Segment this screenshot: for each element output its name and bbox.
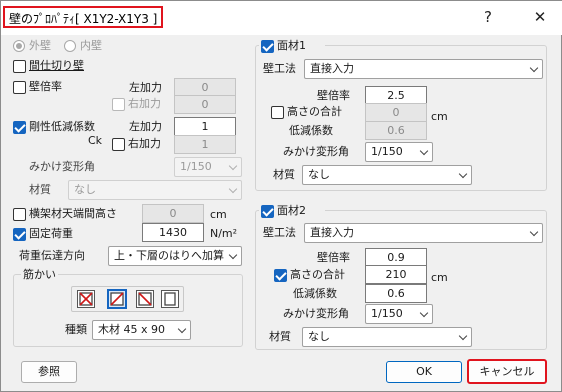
rigidity-left-label: 左加力 (129, 120, 162, 133)
facing1-angle-value: 1/150 (371, 145, 403, 158)
chevron-down-icon (419, 308, 429, 318)
chevron-down-icon (228, 184, 238, 194)
facing1-method-value: 直接入力 (310, 62, 354, 75)
facing2-height-input[interactable]: 210 (365, 265, 427, 284)
chevron-down-icon (228, 250, 238, 260)
facing1-height-input[interactable]: 0 (365, 103, 427, 122)
facing2-material-value: なし (308, 330, 330, 343)
facing2-method-value: 直接入力 (310, 226, 354, 239)
wall-ratio-left-label: 左加力 (129, 81, 162, 94)
rigidity-checkbox[interactable] (13, 121, 26, 134)
inner-wall-radio[interactable] (64, 40, 76, 52)
facing1-material-label: 材質 (273, 168, 295, 181)
wall-ratio-label: 壁倍率 (29, 80, 62, 93)
facing2-material-select[interactable]: なし (302, 327, 472, 347)
ok-button[interactable]: OK (386, 361, 462, 383)
fixed-load-label: 固定荷重 (29, 227, 73, 240)
load-transfer-select[interactable]: 上・下層のはりへ加算 (108, 246, 242, 266)
facing1-reduction-input[interactable]: 0.6 (365, 121, 427, 140)
facing2-angle-label: みかけ変形角 (283, 307, 349, 320)
frame-height-input[interactable]: 0 (142, 204, 204, 223)
rigidity-right-checkbox[interactable] (112, 138, 125, 151)
facing1-height-unit: cm (431, 110, 448, 123)
chevron-down-icon (458, 169, 468, 179)
chevron-down-icon (177, 324, 187, 334)
facing1-method-label: 壁工法 (263, 62, 296, 75)
facing2-height-unit: cm (431, 271, 448, 284)
wall-ratio-right-input[interactable]: 0 (174, 95, 236, 114)
facing2-angle-value: 1/150 (371, 307, 403, 320)
facing1-angle-select[interactable]: 1/150 (365, 142, 433, 162)
frame-height-label: 横架材天端間高さ (29, 207, 117, 220)
help-button[interactable]: ? (471, 5, 505, 29)
properties-dialog: 壁のﾌﾟﾛﾊﾟﾃｨ[ X1Y2-X1Y3 ] ? ✕ 外壁 内壁 間仕切り壁 壁… (0, 0, 562, 392)
frame-height-checkbox[interactable] (13, 208, 26, 221)
outer-wall-label: 外壁 (29, 39, 51, 52)
rigidity-left-input[interactable]: 1 (174, 117, 236, 136)
wall-ratio-right-checkbox[interactable] (112, 98, 125, 111)
brace-type-select[interactable]: 木材 45 x 90 (92, 320, 191, 340)
facing2-method-label: 壁工法 (263, 226, 296, 239)
facing1-checkbox[interactable] (261, 40, 274, 53)
fixed-load-input[interactable]: 1430 (142, 223, 204, 242)
facing2-angle-select[interactable]: 1/150 (365, 304, 433, 324)
brace-slash-icon[interactable] (107, 289, 127, 309)
material-label: 材質 (29, 183, 51, 196)
rigidity-ck-label: Ck (88, 134, 103, 147)
chevron-down-icon (228, 161, 238, 171)
chevron-down-icon (419, 146, 429, 156)
close-button[interactable]: ✕ (523, 5, 557, 29)
apparent-angle-label: みかけ変形角 (29, 160, 95, 173)
apparent-angle-value: 1/150 (180, 160, 212, 173)
facing2-label: 面材2 (277, 204, 306, 217)
brace-none-icon[interactable] (161, 290, 179, 308)
brace-group-label: 筋かい (21, 268, 58, 282)
inner-wall-label: 内壁 (80, 39, 102, 52)
frame-height-unit: cm (210, 208, 227, 221)
chevron-down-icon (529, 63, 539, 73)
facing1-material-value: なし (308, 168, 330, 181)
facing2-reduction-label: 低減係数 (293, 287, 337, 300)
wall-ratio-checkbox[interactable] (13, 81, 26, 94)
facing2-material-label: 材質 (269, 330, 291, 343)
facing1-material-select[interactable]: なし (302, 165, 472, 185)
facing1-height-label: 高さの合計 (287, 105, 342, 118)
brace-backslash-icon[interactable] (136, 290, 154, 308)
apparent-angle-select[interactable]: 1/150 (174, 157, 242, 177)
partition-wall-checkbox[interactable] (13, 60, 26, 73)
brace-type-label: 種類 (65, 323, 87, 336)
rigidity-label: 剛性低減係数 (29, 120, 95, 133)
facing2-reduction-input[interactable]: 0.6 (365, 284, 427, 303)
facing1-height-checkbox[interactable] (271, 106, 284, 119)
facing2-checkbox[interactable] (261, 205, 274, 218)
outer-wall-radio[interactable] (13, 40, 25, 52)
material-select[interactable]: なし (68, 180, 242, 200)
rigidity-right-label: 右加力 (128, 137, 161, 150)
facing1-ratio-label: 壁倍率 (317, 89, 350, 102)
load-transfer-label: 荷重伝達方向 (19, 249, 85, 262)
material-value: なし (74, 183, 96, 196)
facing2-ratio-label: 壁倍率 (317, 251, 350, 264)
fixed-load-checkbox[interactable] (13, 228, 26, 241)
brace-type-value: 木材 45 x 90 (98, 323, 165, 336)
chevron-down-icon (529, 227, 539, 237)
facing1-angle-label: みかけ変形角 (283, 145, 349, 158)
brace-cross-icon[interactable] (77, 290, 95, 308)
partition-wall-label: 間仕切り壁 (29, 59, 84, 72)
facing1-reduction-label: 低減係数 (289, 124, 333, 137)
facing2-height-checkbox[interactable] (274, 269, 287, 282)
chevron-down-icon (458, 331, 468, 341)
facing2-method-select[interactable]: 直接入力 (304, 223, 543, 243)
facing1-method-select[interactable]: 直接入力 (304, 59, 543, 79)
fixed-load-unit: N/m² (210, 227, 238, 240)
reference-button[interactable]: 参照 (21, 361, 77, 383)
cancel-button[interactable]: キャンセル (467, 359, 547, 384)
facing2-height-label: 高さの合計 (290, 268, 345, 281)
facing1-label: 面材1 (277, 39, 306, 52)
load-transfer-value: 上・下層のはりへ加算 (114, 249, 224, 262)
dialog-title: 壁のﾌﾟﾛﾊﾟﾃｨ[ X1Y2-X1Y3 ] (3, 6, 164, 28)
wall-ratio-right-label: 右加力 (128, 97, 161, 110)
rigidity-right-input[interactable]: 1 (174, 135, 236, 154)
